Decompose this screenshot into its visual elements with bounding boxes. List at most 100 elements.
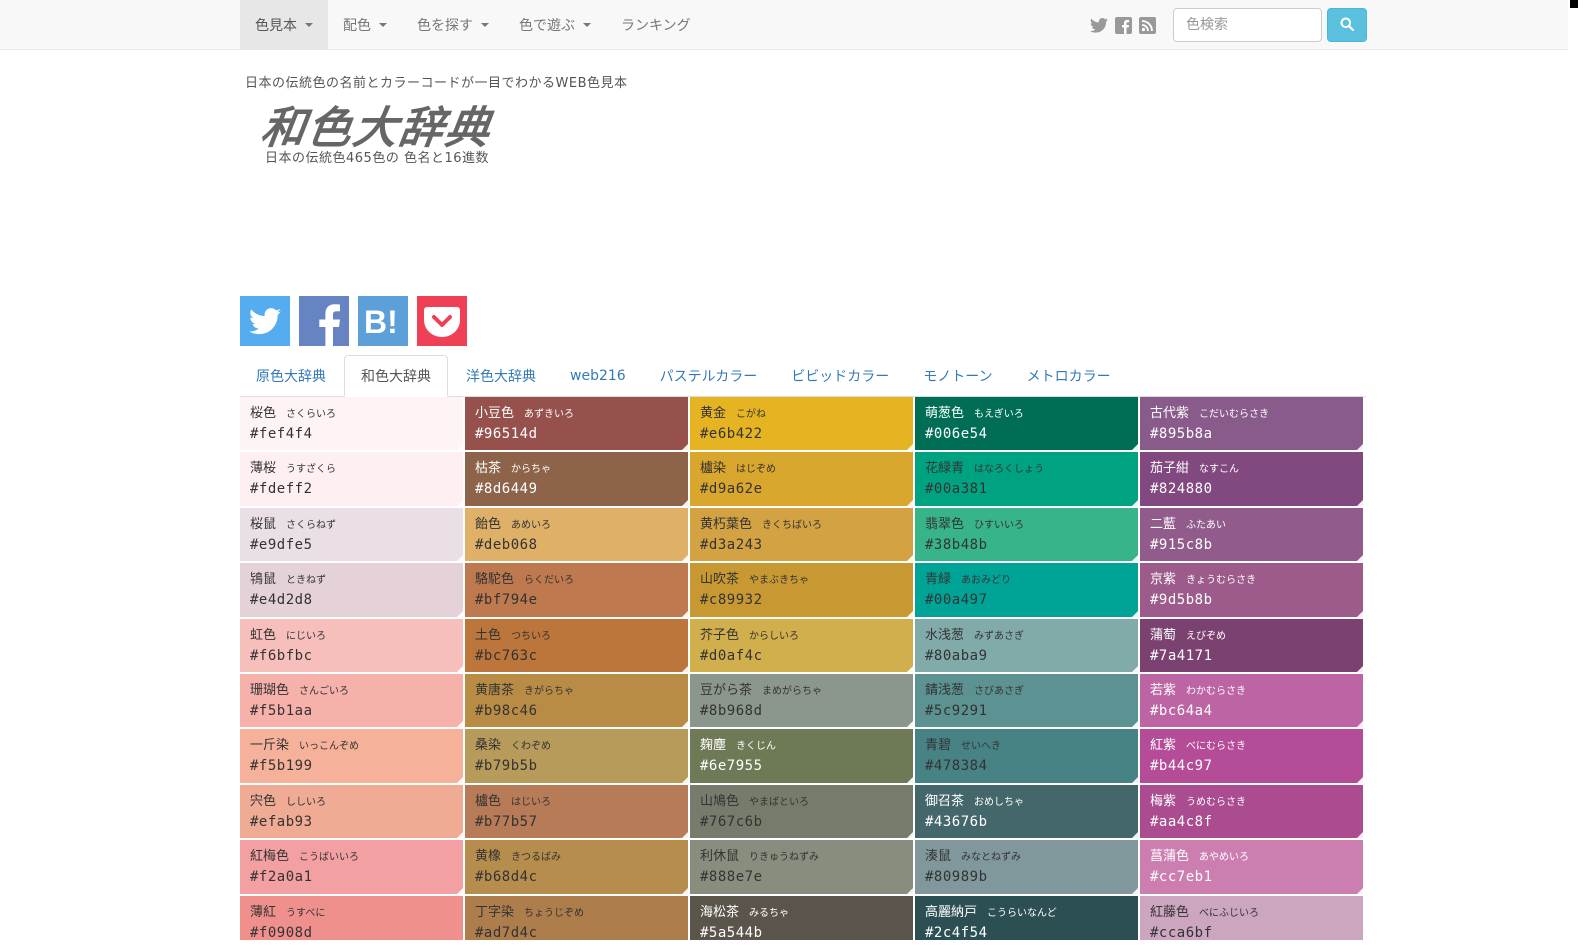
color-name-row: 海松茶 みるちゃ <box>700 904 903 923</box>
color-swatch[interactable]: 利休鼠 りきゅうねずみ #888e7e <box>690 840 915 896</box>
color-swatch[interactable]: 珊瑚色 さんごいろ #f5b1aa <box>240 673 465 730</box>
nav-item-label: 色で遊ぶ <box>519 17 575 34</box>
tab-3[interactable]: web216 <box>554 355 642 396</box>
color-swatch[interactable]: 小豆色 あずきいろ #96514d <box>465 397 690 453</box>
tab-1[interactable]: 和色大辞典 <box>344 355 448 397</box>
color-reading: あやめいろ <box>1199 852 1250 864</box>
color-swatch[interactable]: 紅藤色 べにふじいろ #cca6bf <box>1140 895 1365 940</box>
color-swatch[interactable]: 紅梅色 こうばいいろ #f2a0a1 <box>240 840 465 896</box>
color-swatch[interactable]: 花緑青 はなろくしょう #00a381 <box>915 452 1140 508</box>
color-reading: うめむらさき <box>1186 796 1247 808</box>
color-swatch[interactable]: 海松茶 みるちゃ #5a544b <box>690 895 915 940</box>
tab-0[interactable]: 原色大辞典 <box>240 355 342 396</box>
color-reading: こがね <box>736 409 767 420</box>
color-swatch[interactable]: 若紫 わかむらさき #bc64a4 <box>1140 673 1365 730</box>
pocket-share-button[interactable] <box>417 296 467 346</box>
color-swatch[interactable]: 丁字染 ちょうじぞめ #ad7d4c <box>465 895 690 940</box>
color-swatch[interactable]: 古代紫 こだいむらさき #895b8a <box>1140 397 1365 453</box>
color-swatch[interactable]: 京紫 きょうむらさき #9d5b8b <box>1140 563 1365 619</box>
color-hex-code: #b98c46 <box>475 702 538 719</box>
color-reading: きょうむらさき <box>1186 575 1257 587</box>
tab-7[interactable]: メトロカラー <box>1011 355 1127 396</box>
color-swatch[interactable]: 梅紫 うめむらさき #aa4c8f <box>1140 784 1365 841</box>
color-swatch[interactable]: 桑染 くわぞめ #b79b5b <box>465 729 690 785</box>
color-swatch[interactable]: 菖蒲色 あやめいろ #cc7eb1 <box>1140 840 1365 896</box>
color-swatch[interactable]: 櫨色 はじいろ #b77b57 <box>465 784 690 841</box>
color-swatch[interactable]: 黄金 こがね #e6b422 <box>690 397 915 453</box>
search-button[interactable] <box>1327 8 1367 42</box>
twitter-share-button[interactable] <box>240 296 290 346</box>
nav-item-0[interactable]: 色見本 <box>240 0 328 49</box>
nav-item-1[interactable]: 配色 <box>328 0 402 49</box>
tab-6[interactable]: モノトーン <box>907 355 1008 396</box>
hatena-share-button[interactable]: B! <box>358 296 408 346</box>
color-swatch[interactable]: 翡翠色 ひすいいろ #38b48b <box>915 507 1140 564</box>
color-swatch[interactable]: 櫨染 はじぞめ #d9a62e <box>690 452 915 508</box>
color-name: 飴色 <box>475 516 502 532</box>
color-swatch[interactable]: 芥子色 からしいろ #d0af4c <box>690 618 915 674</box>
color-swatch[interactable]: 二藍 ふたあい #915c8b <box>1140 507 1365 564</box>
tab-5[interactable]: ビビッドカラー <box>775 355 905 396</box>
color-swatch[interactable]: 桜鼠 さくらねず #e9dfe5 <box>240 507 465 564</box>
color-swatch[interactable]: 豆がら茶 まめがらちゃ #8b968d <box>690 673 915 730</box>
color-name-row: 桜色 さくらいろ <box>250 405 453 424</box>
facebook-icon <box>319 304 340 346</box>
color-hex-code: #aa4c8f <box>1150 813 1213 830</box>
color-name-row: 黄唐茶 きがらちゃ <box>475 682 678 701</box>
color-swatch[interactable]: 紅紫 べにむらさき #b44c97 <box>1140 729 1365 785</box>
color-swatch[interactable]: 萌葱色 もえぎいろ #006e54 <box>915 397 1140 453</box>
color-swatch[interactable]: 蒲萄 えびぞめ #7a4171 <box>1140 618 1365 674</box>
color-swatch[interactable]: 水浅葱 みずあさぎ #80aba9 <box>915 618 1140 674</box>
color-swatch[interactable]: 駱駝色 らくだいろ #bf794e <box>465 563 690 619</box>
color-swatch[interactable]: 高麗納戸 こうらいなんど #2c4f54 <box>915 895 1140 940</box>
color-name-row: 枯茶 からちゃ <box>475 460 678 479</box>
color-swatch[interactable]: 黄橡 きつるばみ #b68d4c <box>465 840 690 896</box>
nav-item-3[interactable]: 色で遊ぶ <box>504 0 606 49</box>
color-name-row: 桜鼠 さくらねず <box>250 516 453 535</box>
color-hex-code: #bc64a4 <box>1150 702 1213 719</box>
color-name: 黄橡 <box>475 849 502 865</box>
color-swatch[interactable]: 黄唐茶 きがらちゃ #b98c46 <box>465 673 690 730</box>
color-search-input[interactable] <box>1173 8 1322 42</box>
color-swatch[interactable]: 錆浅葱 さびあさぎ #5c9291 <box>915 673 1140 730</box>
rss-icon[interactable] <box>1138 16 1156 34</box>
color-swatch[interactable]: 枯茶 からちゃ #8d6449 <box>465 452 690 508</box>
facebook-share-button[interactable] <box>299 296 349 346</box>
color-swatch[interactable]: 虹色 にじいろ #f6bfbc <box>240 618 465 674</box>
color-name: 黄金 <box>700 406 727 421</box>
color-name-row: 黄橡 きつるばみ <box>475 848 678 867</box>
color-swatch[interactable]: 薄紅 うすべに #f0908d <box>240 895 465 940</box>
color-swatch[interactable]: 鴇鼠 ときねず #e4d2d8 <box>240 563 465 619</box>
color-name: 櫨色 <box>475 793 502 809</box>
color-swatch[interactable]: 桜色 さくらいろ #fef4f4 <box>240 397 465 453</box>
color-swatch[interactable]: 御召茶 おめしちゃ #43676b <box>915 784 1140 841</box>
color-name-row: 黄金 こがね <box>700 405 903 424</box>
tab-2[interactable]: 洋色大辞典 <box>450 355 552 396</box>
color-swatch[interactable]: 青緑 あおみどり #00a497 <box>915 563 1140 619</box>
color-reading: きくちばいろ <box>762 519 823 531</box>
color-swatch[interactable]: 土色 つちいろ #bc763c <box>465 618 690 674</box>
twitter-icon[interactable] <box>1090 16 1108 34</box>
nav-item-2[interactable]: 色を探す <box>402 0 504 49</box>
nav-item-4[interactable]: ランキング <box>606 0 706 49</box>
color-swatch[interactable]: 飴色 あめいろ #deb068 <box>465 507 690 564</box>
color-swatch[interactable]: 茄子紺 なすこん #824880 <box>1140 452 1365 508</box>
color-name: 青緑 <box>925 572 952 588</box>
color-swatch[interactable]: 薄桜 うすざくら #fdeff2 <box>240 452 465 508</box>
color-swatch[interactable]: 山鳩色 やまばといろ #767c6b <box>690 784 915 841</box>
color-reading: きつるばみ <box>511 852 562 864</box>
color-swatch[interactable]: 湊鼠 みなとねずみ #80989b <box>915 840 1140 896</box>
color-hex-code: #895b8a <box>1150 426 1213 442</box>
color-reading: あずきいろ <box>524 409 575 420</box>
color-swatch[interactable]: 麹塵 きくじん #6e7955 <box>690 729 915 785</box>
color-swatch[interactable]: 一斤染 いっこんぞめ #f5b199 <box>240 729 465 785</box>
color-swatch[interactable]: 黄朽葉色 きくちばいろ #d3a243 <box>690 507 915 564</box>
color-swatch[interactable]: 青碧 せいへき #478384 <box>915 729 1140 785</box>
color-reading: せいへき <box>961 741 1002 753</box>
facebook-icon[interactable] <box>1114 16 1132 34</box>
color-swatch[interactable]: 宍色 ししいろ #efab93 <box>240 784 465 841</box>
color-name-row: 駱駝色 らくだいろ <box>475 571 678 590</box>
color-swatch[interactable]: 山吹茶 やまぶきちゃ #c89932 <box>690 563 915 619</box>
tab-4[interactable]: パステルカラー <box>644 355 774 396</box>
nav-item-label: ランキング <box>621 17 691 34</box>
